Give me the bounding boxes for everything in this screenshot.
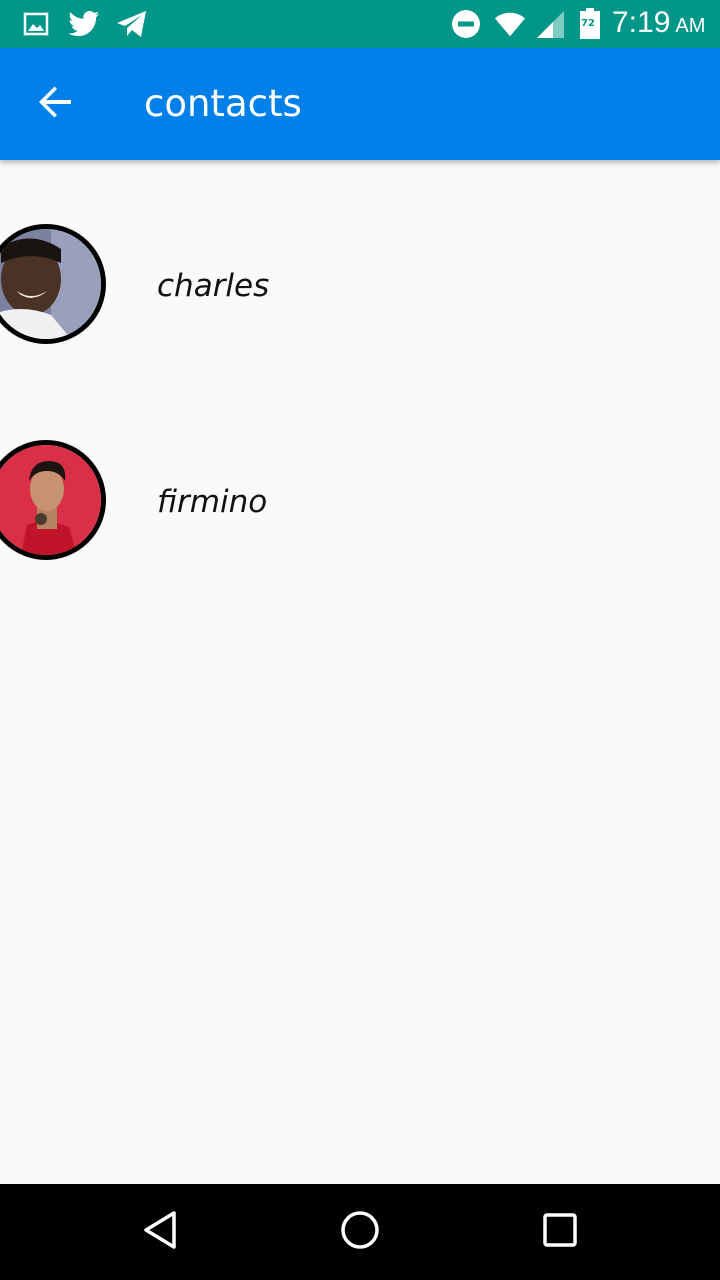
twitter-icon <box>68 8 100 40</box>
gallery-icon <box>20 8 52 40</box>
clock-time: 7:19 <box>612 6 671 39</box>
status-clock: 7:19 AM <box>612 6 705 42</box>
telegram-icon <box>116 8 148 40</box>
back-triangle-icon <box>140 1210 180 1255</box>
app-bar: contacts <box>0 48 720 160</box>
nav-recents-button[interactable] <box>528 1200 592 1264</box>
avatar <box>0 224 106 344</box>
home-circle-icon <box>340 1210 380 1255</box>
back-button[interactable] <box>20 68 92 140</box>
wifi-icon <box>494 8 526 40</box>
nav-back-button[interactable] <box>128 1200 192 1264</box>
clock-ampm: AM <box>675 15 706 37</box>
recents-square-icon <box>542 1212 578 1253</box>
cell-signal-icon <box>534 8 566 40</box>
do-not-disturb-icon <box>450 8 482 40</box>
navigation-bar <box>0 1184 720 1280</box>
contact-name: firmino <box>157 484 268 520</box>
battery-level: 72 <box>581 18 595 29</box>
contact-item-firmino[interactable]: firmino <box>0 376 720 592</box>
page-title: contacts <box>144 82 302 125</box>
nav-home-button[interactable] <box>328 1200 392 1264</box>
contact-name: charles <box>157 268 270 304</box>
avatar <box>0 440 106 560</box>
arrow-back-icon <box>38 84 74 125</box>
status-bar: 72 7:19 AM <box>0 0 720 48</box>
contact-item-charles[interactable]: charles <box>0 160 720 376</box>
